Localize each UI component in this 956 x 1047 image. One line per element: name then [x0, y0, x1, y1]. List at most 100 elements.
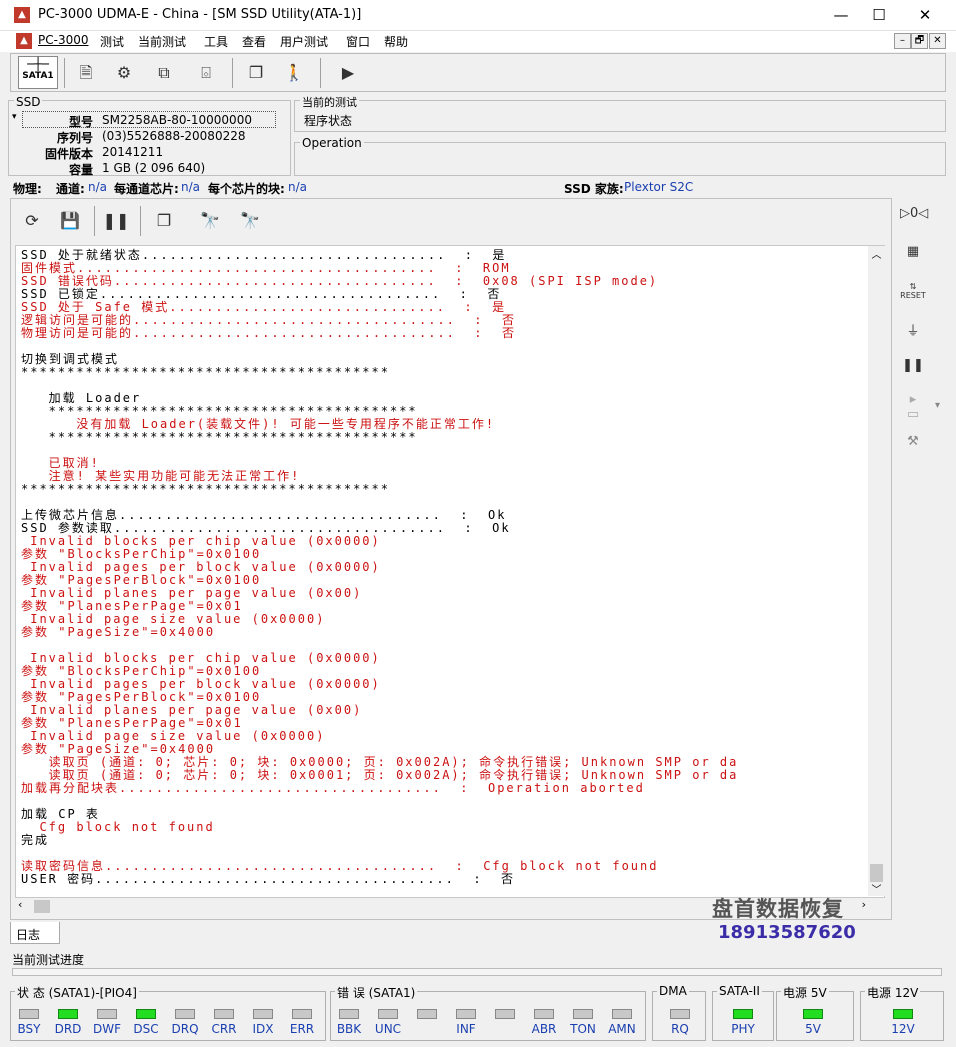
scroll-down-icon[interactable]: ﹀: [868, 881, 885, 896]
save-log-icon[interactable]: 💾: [56, 208, 84, 234]
status-led-label: CRR: [211, 1022, 237, 1036]
scroll-left-icon[interactable]: ‹: [18, 898, 22, 911]
mdi-restore-button[interactable]: 🗗: [911, 33, 928, 49]
mdi-close-button[interactable]: ✕: [929, 33, 946, 49]
run-script-icon[interactable]: 🚶: [280, 60, 308, 86]
menu-window[interactable]: 窗口: [346, 33, 370, 50]
menu-help[interactable]: 帮助: [384, 33, 408, 50]
close-button[interactable]: ✕: [902, 0, 948, 31]
menu-pc3000[interactable]: PC-3000: [38, 33, 88, 47]
tools-icon[interactable]: ⚒: [900, 434, 926, 458]
menu-test[interactable]: 测试: [100, 33, 124, 50]
windows-icon[interactable]: ❐: [242, 60, 270, 86]
menu-tools[interactable]: 工具: [204, 33, 228, 50]
maximize-button[interactable]: ☐: [856, 0, 902, 31]
error-group-label: 错 误 (SATA1): [335, 984, 418, 1001]
status-led-label: BSY: [17, 1022, 41, 1036]
current-test-group: [294, 100, 946, 132]
sata-led: [733, 1009, 753, 1019]
status-led: [292, 1009, 312, 1019]
tab-log[interactable]: 日志: [10, 922, 60, 944]
scope-icon[interactable]: ⌺: [192, 60, 220, 86]
window-title: PC-3000 UDMA-E - China - [SM SSD Utility…: [38, 7, 362, 22]
status-led-label: ABR: [531, 1022, 557, 1036]
right-pause-icon[interactable]: ❚❚: [900, 358, 926, 382]
operation-group: [294, 142, 946, 176]
copy-tools-icon[interactable]: ⧉: [150, 60, 178, 86]
physical-label: 物理:: [13, 182, 42, 196]
copy-icon[interactable]: ❐: [150, 208, 178, 234]
scroll-thumb[interactable]: [870, 864, 883, 882]
status-led: [175, 1009, 195, 1019]
status-led: [495, 1009, 515, 1019]
dma-led: [670, 1009, 690, 1019]
status-led: [19, 1009, 39, 1019]
mdi-minimize-button[interactable]: –: [894, 33, 911, 49]
sata-port-button[interactable]: ─┼─ SATA1: [18, 56, 58, 89]
sata-group: SATA-II PHY: [712, 984, 774, 1041]
status-led-label: UNC: [374, 1022, 402, 1036]
sata-led-label: PHY: [731, 1022, 755, 1036]
chip-icon[interactable]: ▦: [900, 244, 926, 268]
channels-value: n/a: [88, 180, 108, 194]
progress-bar: [12, 968, 942, 976]
toolbar-separator: [140, 206, 141, 236]
log-line: 物理访问是可能的................................…: [21, 326, 516, 340]
model-label: 型号: [68, 115, 93, 129]
refresh-icon[interactable]: ⟳: [18, 208, 46, 234]
probe-icon[interactable]: ⏚: [900, 320, 926, 344]
app-menu-icon[interactable]: ▲: [16, 33, 32, 49]
status-led-label: ERR: [289, 1022, 315, 1036]
status-led: [612, 1009, 632, 1019]
scroll-up-icon[interactable]: ︿: [868, 246, 885, 261]
vertical-scrollbar[interactable]: ︿ ﹀: [868, 246, 885, 896]
power-12v-led: [893, 1009, 913, 1019]
reset-icon[interactable]: ⇅ RESET: [900, 282, 926, 306]
power-12v-group: 电源 12V 12V: [860, 984, 944, 1041]
drive-info-icon[interactable]: 🗎: [72, 60, 100, 86]
power-toggle-icon[interactable]: ▷0◁: [900, 206, 928, 230]
log-console[interactable]: SSD 处于就绪状态..............................…: [15, 245, 885, 898]
status-led-label: DSC: [133, 1022, 159, 1036]
log-line: ****************************************: [21, 430, 418, 444]
menu-view[interactable]: 查看: [242, 33, 266, 50]
progress-label: 当前测试进度: [12, 953, 85, 967]
log-line: USER 密码.................................…: [21, 872, 516, 886]
blocks-label: 每个芯片的块:: [208, 182, 285, 196]
app-icon: ▲: [14, 7, 30, 23]
status-led: [378, 1009, 398, 1019]
serial-label: 序列号: [56, 131, 93, 145]
menu-user-test[interactable]: 用户测试: [280, 33, 328, 50]
status-led: [339, 1009, 359, 1019]
find-next-icon[interactable]: 🔭: [236, 208, 264, 234]
scroll-right-icon[interactable]: ›: [862, 898, 866, 911]
status-led-label: DWF: [92, 1022, 121, 1036]
blocks-value: n/a: [288, 180, 308, 194]
power-5v-label: 电源 5V: [781, 984, 829, 1001]
firmware-value: 20141211: [102, 145, 164, 159]
hscroll-thumb[interactable]: [34, 900, 50, 913]
chips-value: n/a: [181, 180, 201, 194]
chip-play-icon: ▸ ▭: [906, 392, 920, 422]
ssd-group-label: SSD: [14, 95, 43, 109]
play-icon[interactable]: ▶: [334, 60, 362, 86]
power-5v-led-label: 5V: [805, 1022, 821, 1036]
chevron-down-icon[interactable]: ▾: [935, 400, 940, 411]
state-group-label: 状 态 (SATA1)-[PIO4]: [15, 984, 139, 1001]
operation-label: Operation: [300, 136, 364, 150]
status-led: [417, 1009, 437, 1019]
find-icon[interactable]: 🔭: [196, 208, 224, 234]
capacity-label: 容量: [68, 163, 93, 177]
log-line: 加载再分配块表.................................…: [21, 781, 645, 795]
current-test-label: 当前的测试: [300, 94, 359, 110]
channels-label: 通道:: [56, 182, 85, 196]
sata-group-label: SATA-II: [717, 984, 762, 998]
menu-current-test[interactable]: 当前测试: [138, 33, 186, 50]
toolbar-separator: [64, 58, 65, 88]
gear-settings-icon[interactable]: ⚙: [110, 60, 138, 86]
dma-group: DMA RQ: [652, 984, 706, 1041]
serial-value: (03)5526888-20080228: [102, 129, 246, 143]
status-led: [573, 1009, 593, 1019]
pause-icon[interactable]: ❚❚: [102, 208, 130, 234]
log-line: Cfg block not found: [21, 820, 215, 834]
